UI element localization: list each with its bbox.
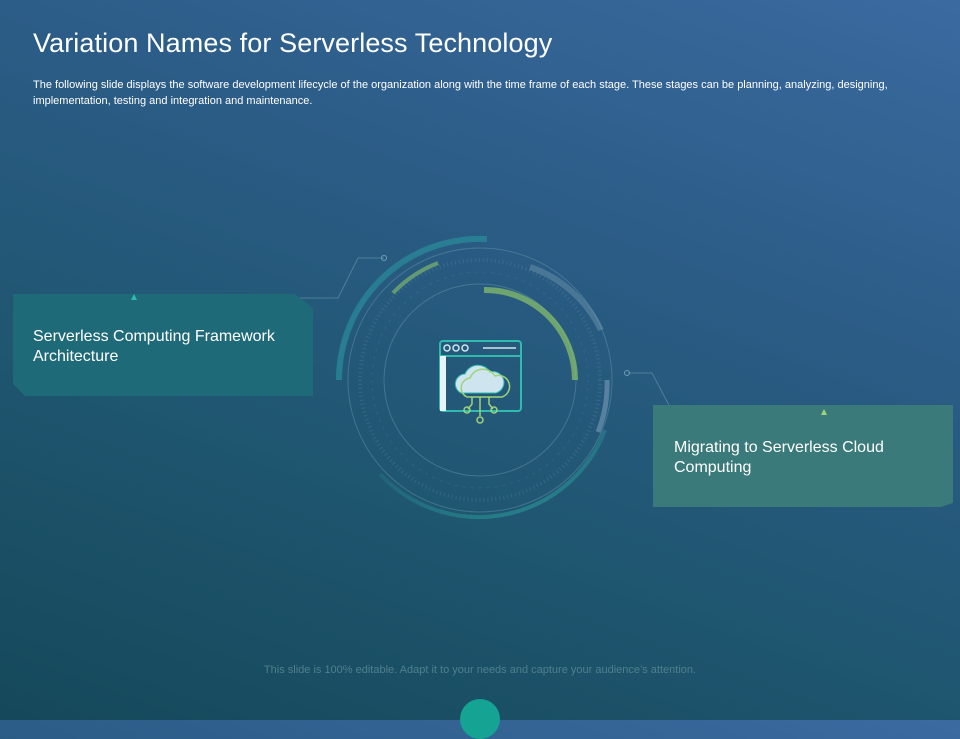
connector-line-left (136, 257, 384, 299)
bottom-circle-decoration (460, 699, 500, 739)
right-label-box: Migrating to Serverless Cloud Computing (653, 405, 953, 507)
right-label-text: Migrating to Serverless Cloud Computing (674, 439, 884, 476)
arc-glow-bottom (378, 429, 607, 519)
left-label-box: Serverless Computing Framework Architect… (13, 294, 313, 396)
arc-teal-left (335, 235, 488, 381)
arc-green-inner (483, 286, 578, 381)
arc-blue-right (595, 379, 610, 433)
cloud-computing-window-icon (439, 340, 522, 424)
triangle-marker-icon (131, 294, 137, 300)
footer-note: This slide is 100% editable. Adapt it to… (263, 664, 697, 676)
left-label-text: Serverless Computing Framework Architect… (33, 328, 275, 365)
triangle-marker-icon (821, 409, 827, 415)
